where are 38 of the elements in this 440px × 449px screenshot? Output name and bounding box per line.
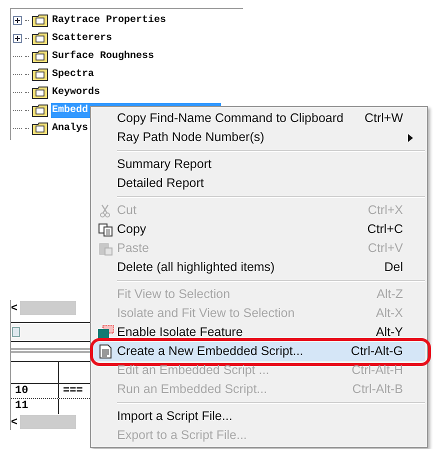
menu-item[interactable]: Copy Find-Name Command to Clipboard Ctrl+W (93, 109, 425, 128)
folder-icon (32, 32, 48, 44)
folder-icon (32, 86, 48, 98)
scrollbar-thumb[interactable] (20, 415, 76, 429)
clipboard-icon (98, 241, 112, 256)
menu-item[interactable]: Enable Isolate Feature Alt-Y (93, 323, 425, 342)
row-number: 11 (11, 399, 59, 414)
scroll-arrow[interactable]: < (11, 302, 18, 314)
isolate-icon (96, 325, 114, 340)
menu-item[interactable]: Create a New Embedded Script... Ctrl-Alt-G (93, 342, 425, 361)
table-cell-text: === (62, 384, 83, 398)
menu-item[interactable]: Delete (all highlighted items) Del (93, 258, 425, 277)
menu-item[interactable]: Summary Report (93, 155, 425, 174)
scroll-arrow[interactable]: < (11, 416, 18, 428)
folder-icon (32, 104, 48, 116)
scissors-icon (99, 204, 111, 218)
folder-icon (32, 14, 48, 26)
folder-icon (32, 50, 48, 62)
menu-item[interactable]: Detailed Report (93, 174, 425, 193)
tree-item[interactable]: Spectra (51, 66, 96, 82)
menu-item[interactable]: Ray Path Node Number(s) (93, 128, 425, 147)
menu-item[interactable]: Import a Script File... (93, 407, 425, 426)
copy-icon (98, 222, 112, 236)
tree-item[interactable]: Keywords (51, 84, 102, 100)
small-icon[interactable] (12, 327, 20, 337)
folder-icon (32, 122, 48, 134)
document-icon (98, 344, 112, 359)
scrollbar-thumb[interactable] (20, 301, 76, 315)
submenu-arrow-icon (408, 134, 413, 142)
expand-toggle[interactable] (13, 16, 22, 24)
tree-item[interactable]: Scatterers (51, 30, 114, 46)
tree-item[interactable]: Raytrace Properties (51, 12, 168, 28)
folder-icon (32, 68, 48, 80)
tree-item[interactable]: Surface Roughness (51, 48, 156, 64)
expand-toggle[interactable] (13, 34, 22, 42)
row-number: 10 (11, 384, 59, 398)
tree-item[interactable]: Analys (51, 120, 90, 136)
menu-item[interactable]: Copy Ctrl+C (93, 220, 425, 239)
